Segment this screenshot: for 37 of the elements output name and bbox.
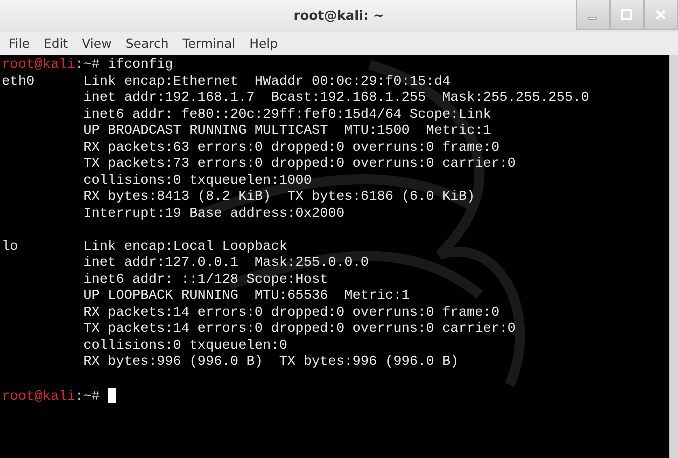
prompt-path: :~# <box>75 58 100 73</box>
output-line: UP LOOPBACK RUNNING MTU:65536 Metric:1 <box>82 289 410 304</box>
maximize-icon <box>621 8 633 20</box>
minimize-button[interactable] <box>576 0 610 30</box>
output-line: RX bytes:8413 (8.2 KiB) TX bytes:6186 (6.0 KiB) <box>82 190 476 205</box>
prompt-user: root@kali <box>2 390 76 405</box>
menu-item[interactable]: Edit <box>38 36 74 51</box>
output-line: UP BROADCAST RUNNING MULTICAST MTU:1500 Metric:1 <box>82 124 492 139</box>
terminal-area[interactable] <box>0 55 678 458</box>
menu-item[interactable]: Help <box>244 36 284 51</box>
menu-item[interactable]: View <box>77 36 117 51</box>
output-line: collisions:0 txqueuelen:0 <box>82 338 288 354</box>
scrollbar[interactable] <box>669 55 678 458</box>
maximize-button[interactable] <box>610 0 644 30</box>
output-line: TX packets:73 errors:0 dropped:0 overruns:0 carrier:0 <box>82 157 516 172</box>
output-line: inet6 addr: fe80::20c:29ff:fef0:15d4/64 Scope:Link <box>82 108 492 122</box>
close-icon <box>655 8 667 20</box>
output-line: eth0 Link encap:Ethernet HWaddr 00:0c:29:f0:15:d4 <box>2 74 451 90</box>
output-line: RX bytes:996 (996.0 B) TX bytes:996 (996.0 B) <box>82 355 459 370</box>
menu-item[interactable]: Terminal <box>178 36 241 51</box>
output-line: lo Link encap:Local Loopback <box>2 240 288 254</box>
output-line: RX packets:14 errors:0 dropped:0 overruns:0 frame:0 <box>82 306 500 320</box>
menu-item[interactable]: Search <box>120 36 174 51</box>
output-line: inet6 addr: ::1/128 Scope:Host <box>82 272 328 288</box>
output-line: inet addr:192.168.1.7 Bcast:192.168.1.255 Mask:255.255.255.0 <box>82 91 590 106</box>
output-line: Interrupt:19 Base address:0x2000 <box>82 206 345 222</box>
window-title: root@kali: ~ <box>294 8 384 24</box>
close-button[interactable] <box>644 0 678 30</box>
prompt-path: :~# <box>75 390 100 405</box>
output-line: inet addr:127.0.0.1 Mask:255.0.0.0 <box>82 256 370 271</box>
prompt-user: root@kali <box>2 58 76 73</box>
menu-item[interactable]: File <box>4 36 35 51</box>
output-line: collisions:0 txqueuelen:1000 <box>82 174 312 188</box>
output-line: RX packets:63 errors:0 dropped:0 overruns:0 frame:0 <box>82 140 500 156</box>
minimize-icon <box>588 17 598 20</box>
command-text: ifconfig <box>107 58 174 73</box>
output-line: TX packets:14 errors:0 dropped:0 overruns:0 carrier:0 <box>82 322 516 337</box>
